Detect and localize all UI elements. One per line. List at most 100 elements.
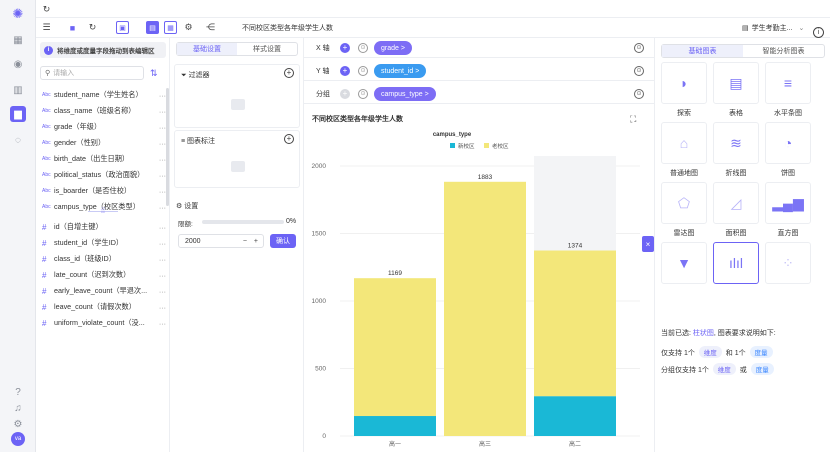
more-icon[interactable]: ··· xyxy=(159,319,166,328)
chart-type-tile[interactable]: ⌂ xyxy=(661,122,707,164)
more-icon[interactable]: ··· xyxy=(159,187,166,196)
menu-icon[interactable]: ☰ xyxy=(40,21,53,34)
grid-icon[interactable]: ▦ xyxy=(164,21,177,34)
chart-type-tile[interactable]: ▤ xyxy=(713,62,759,104)
add-group-button[interactable]: + xyxy=(340,89,350,99)
more-icon[interactable]: ··· xyxy=(159,303,166,312)
add-annotation-button[interactable]: + xyxy=(284,134,294,144)
x-tick-label: 高二 xyxy=(569,440,581,448)
limit-slider[interactable] xyxy=(202,220,284,224)
field-label: student_id（学生ID） xyxy=(54,238,124,247)
more-icon[interactable]: ··· xyxy=(159,203,166,212)
help-icon[interactable]: ? xyxy=(10,384,26,400)
chart-type-tile[interactable]: ◿ xyxy=(713,182,759,224)
text-type-icon: Abc xyxy=(42,140,51,146)
chart-type-tile[interactable]: ◗ xyxy=(661,62,707,104)
more-icon[interactable]: ··· xyxy=(159,107,166,116)
limit-percent: 0% xyxy=(286,218,297,225)
save-icon[interactable]: ■ xyxy=(66,21,79,34)
gear-icon[interactable]: ⚙ xyxy=(182,21,195,34)
x-field-chip[interactable]: grade > xyxy=(374,41,412,55)
close-panel-button[interactable]: × xyxy=(642,236,654,252)
y-axis-more-icon[interactable]: ⊙ xyxy=(634,66,644,76)
more-icon[interactable]: ··· xyxy=(159,223,166,232)
limit-value-input[interactable]: 2000 − + xyxy=(178,234,264,248)
confirm-button[interactable]: 确认 xyxy=(270,234,296,248)
info-icon[interactable]: i xyxy=(813,27,824,38)
more-icon[interactable]: ··· xyxy=(159,139,166,148)
dimension-field[interactable]: Abc student_name（学生姓名） ··· xyxy=(42,88,166,102)
tab-smart-charts[interactable]: 智能分析图表 xyxy=(743,45,824,57)
add-y-button[interactable]: + xyxy=(340,66,350,76)
rule1-measure-tag: 度量 xyxy=(749,346,773,358)
more-icon[interactable]: ··· xyxy=(159,91,166,100)
search-placeholder: 请输入 xyxy=(53,70,75,77)
database-icon[interactable]: ◉ xyxy=(10,56,26,72)
scrollbar[interactable] xyxy=(166,88,169,206)
tab-basic-settings[interactable]: 基础设置 xyxy=(177,43,237,55)
dimension-field[interactable]: Abc gender（性别） ··· xyxy=(42,136,166,150)
avatar[interactable]: va xyxy=(11,432,25,446)
chart-type-tile[interactable]: ▂▄▆ xyxy=(765,182,811,224)
dataset-selector[interactable]: ▤ 学生考勤主... ⌄ xyxy=(742,23,804,33)
dashboard-icon[interactable]: ▦ xyxy=(10,32,26,48)
chart-type-tile[interactable]: ılıl xyxy=(713,242,759,284)
splitter-handle[interactable]: ⁞⁞ xyxy=(95,208,111,215)
measure-field[interactable]: # leave_count（请假次数） ··· xyxy=(42,300,166,314)
group-more-icon[interactable]: ⊙ xyxy=(634,89,644,99)
y-field-chip[interactable]: student_id > xyxy=(374,64,427,78)
search-input[interactable]: ⚲ 请输入 xyxy=(40,66,144,80)
dimension-field[interactable]: Abc is_boarder（是否住校） ··· xyxy=(42,184,166,198)
tab-basic-charts[interactable]: 基础图表 xyxy=(662,45,743,57)
chart-type-tile[interactable]: ⁘ xyxy=(765,242,811,284)
measure-field[interactable]: # class_id（班级ID） ··· xyxy=(42,252,166,266)
layout-icon[interactable]: ▣ xyxy=(116,21,129,34)
more-icon[interactable]: ··· xyxy=(159,155,166,164)
more-icon[interactable]: ··· xyxy=(159,171,166,180)
measure-field[interactable]: # late_count（迟到次数） ··· xyxy=(42,268,166,282)
settings-icon[interactable]: ⚙ xyxy=(10,416,26,432)
chart-type-tile[interactable]: ◔ xyxy=(765,122,811,164)
more-icon[interactable]: ··· xyxy=(159,287,166,296)
chart-type-tile[interactable]: ▼ xyxy=(661,242,707,284)
refresh-icon[interactable]: ↻ xyxy=(40,3,53,16)
add-x-button[interactable]: + xyxy=(340,43,350,53)
measure-field[interactable]: # uniform_violate_count（没... ··· xyxy=(42,316,166,330)
x-axis-more-icon[interactable]: ⊙ xyxy=(634,43,644,53)
chart-type-tile[interactable]: ≋ xyxy=(713,122,759,164)
more-icon[interactable]: ··· xyxy=(159,239,166,248)
dimension-field[interactable]: Abc political_status（政治面貌） ··· xyxy=(42,168,166,182)
more-icon[interactable]: ··· xyxy=(159,255,166,264)
logo-icon[interactable]: ✺ xyxy=(10,6,26,22)
sort-icon[interactable]: ⇅ xyxy=(150,68,158,79)
dimension-field[interactable]: Abc grade（年级） ··· xyxy=(42,120,166,134)
increment-button[interactable]: + xyxy=(254,238,258,245)
group-field-chip[interactable]: campus_type > xyxy=(374,87,436,101)
chart-title-field[interactable]: 不同校区类型各年级学生人数 xyxy=(242,23,333,33)
more-icon[interactable]: ··· xyxy=(159,123,166,132)
chart-type-tile[interactable]: ≡ xyxy=(765,62,811,104)
measure-field[interactable]: # student_id（学生ID） ··· xyxy=(42,236,166,250)
measure-field[interactable]: # id（自增主键） ··· xyxy=(42,220,166,234)
dimension-field[interactable]: Abc class_name（班级名称） ··· xyxy=(42,104,166,118)
bell-icon[interactable]: ♫ xyxy=(10,400,26,416)
compass-icon[interactable]: ◌ xyxy=(10,132,26,148)
measure-field[interactable]: # early_leave_count（早退次... ··· xyxy=(42,284,166,298)
y-settings-icon[interactable]: ⊙ xyxy=(358,66,368,76)
tab-style-settings[interactable]: 样式设置 xyxy=(237,43,297,55)
funnel-chart-icon: ▼ xyxy=(677,255,691,271)
reload-icon[interactable]: ↻ xyxy=(86,21,99,34)
chart-icon[interactable]: ▥ xyxy=(10,82,26,98)
folder-icon[interactable]: ▆ xyxy=(10,106,26,122)
text-type-icon: Abc xyxy=(42,156,51,162)
share-icon[interactable]: ⋲ xyxy=(204,21,217,34)
table-icon[interactable]: ▤ xyxy=(146,21,159,34)
group-settings-icon[interactable]: ⊙ xyxy=(358,89,368,99)
dimension-field[interactable]: Abc birth_date（出生日期） ··· xyxy=(42,152,166,166)
chart-type-tile[interactable]: ⬠ xyxy=(661,182,707,224)
fullscreen-icon[interactable]: ⛶ xyxy=(630,114,636,125)
decrement-button[interactable]: − xyxy=(243,238,247,245)
add-filter-button[interactable]: + xyxy=(284,68,294,78)
more-icon[interactable]: ··· xyxy=(159,271,166,280)
x-settings-icon[interactable]: ⊙ xyxy=(358,43,368,53)
